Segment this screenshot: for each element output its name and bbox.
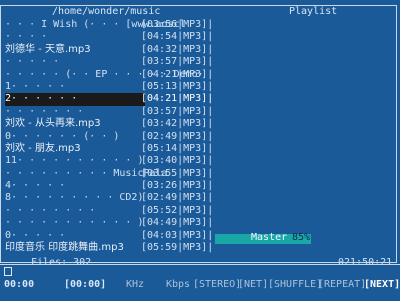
playlist-item[interactable]: · · · · · · · · · · · ) [04:49|MP3]| [5, 217, 397, 229]
track-info: [03:40|MP3]| [141, 155, 214, 167]
track-name: · · · · [5, 31, 48, 43]
track-info: [03:56|MP3]| [141, 19, 214, 30]
playlist-item[interactable]: · · · · · · · · · MusicPala [03:55|MP3]| [5, 168, 397, 180]
track-info: [04:32|MP3]| [141, 43, 214, 55]
track-name: 8· · · · · · · · · CD2) [5, 192, 144, 204]
stereo-toggle[interactable]: [STEREO] [193, 279, 241, 290]
status-bar: 00:00 [00:00] KHz Kbps [STEREO] [NET] [S… [0, 279, 400, 293]
track-info: [05:13|MP3]| [141, 80, 214, 92]
playlist: · · · I Wish (· · · [www.aoscl [03:56|MP3… [5, 19, 397, 254]
master-percent: 85% [292, 232, 311, 243]
track-info: [03:26|MP3]| [141, 180, 214, 192]
playlist-frame: /home/wonder/music Playlist · · · I Wish… [0, 5, 397, 268]
track-info: [02:49|MP3]| [141, 130, 214, 142]
track-name: 4· · · · · [5, 180, 66, 192]
divider [0, 264, 400, 265]
playlist-item[interactable]: 刘欢 - 朋友.mp3 [05:14|MP3]| [5, 143, 397, 155]
track-name: · · · · · [5, 56, 60, 68]
track-info: [04:54|MP3]| [141, 31, 214, 43]
track-name: · · · · · · · · [5, 204, 96, 216]
track-info: [05:52|MP3]| [141, 204, 214, 216]
next-button[interactable]: [NEXT] [364, 279, 400, 290]
playlist-item[interactable]: · · · · · [03:57|MP3]| [5, 56, 397, 68]
playlist-item[interactable]: 刘德华 - 天意.mp3 [04:32|MP3]| [5, 44, 397, 56]
clock: 021:50:21 [338, 257, 393, 268]
track-info: [04:21|MP3]| [141, 93, 214, 105]
track-name: 1· · · · · [5, 80, 66, 92]
total-time: [00:00] [64, 279, 107, 290]
playlist-item[interactable]: 4· · · · · [03:26|MP3]| [5, 180, 397, 192]
playlist-item[interactable]: 8· · · · · · · · · CD2) [02:49|MP3]| [5, 192, 397, 204]
track-name: 印度音乐 印度跳舞曲.mp3 [5, 242, 124, 254]
khz-label: KHz [126, 279, 145, 290]
track-name: · · · · · · · [5, 105, 84, 117]
track-info: [03:42|MP3]| [141, 118, 214, 130]
track-name: 刘欢 - 朋友.mp3 [5, 142, 81, 154]
files-count: Files: 302 [31, 257, 92, 268]
command-cursor[interactable] [4, 267, 12, 276]
playlist-title: Playlist [286, 6, 341, 17]
kbps-label: Kbps [166, 279, 191, 290]
master-label: Master [251, 232, 288, 243]
track-name: · · · · · · · · · · · ) [5, 217, 144, 229]
playlist-item[interactable]: 印度音乐 印度跳舞曲.mp3 [05:59|MP3]| [5, 242, 397, 254]
track-name: 0· · · · · [5, 229, 66, 241]
track-name: 刘欢 - 从头再来.mp3 [5, 118, 101, 130]
playlist-item[interactable]: · · · · [04:54|MP3]| [5, 31, 397, 43]
track-info: [05:59|MP3]| [141, 242, 214, 254]
track-info: [03:57|MP3]| [141, 105, 214, 117]
track-info: [03:57|MP3]| [141, 56, 214, 68]
repeat-toggle[interactable]: [REPEAT] [318, 279, 366, 290]
track-info: [04:21|MP3]| [141, 68, 214, 80]
directory-path: /home/wonder/music [49, 6, 164, 17]
playlist-item[interactable]: 1· · · · · [05:13|MP3]| [5, 81, 397, 93]
track-name: 11· · · · · · · · · · ) [5, 155, 144, 167]
elapsed-time: 00:00 [4, 279, 35, 290]
playlist-item[interactable]: 刘欢 - 从头再来.mp3 [03:42|MP3]| [5, 118, 397, 130]
playlist-item[interactable]: · · · I Wish (· · · [www.aoscl [03:56|MP3… [5, 19, 397, 31]
playlist-item[interactable]: · · · · · (· · EP · · · · · Demo· [04:21|… [5, 69, 397, 81]
net-toggle[interactable]: [NET] [238, 279, 268, 290]
playlist-item[interactable]: · · · · · · · · [05:52|MP3]| [5, 205, 397, 217]
track-info: [03:55|MP3]| [141, 167, 214, 179]
playlist-item[interactable]: 2· · · · · · [04:21|MP3]| [5, 93, 397, 106]
track-name: 0· · · · · · (· · ) [5, 130, 120, 142]
track-info: [04:03|MP3]| [141, 229, 214, 241]
shuffle-toggle[interactable]: [SHUFFLE] [268, 279, 322, 290]
track-info: [04:49|MP3]| [141, 217, 214, 229]
playlist-item[interactable]: 11· · · · · · · · · · ) [03:40|MP3]| [5, 155, 397, 167]
playlist-item[interactable]: 0· · · · · · (· · ) [02:49|MP3]| [5, 131, 397, 143]
track-info: [02:49|MP3]| [141, 192, 214, 204]
track-name: 刘德华 - 天意.mp3 [5, 43, 91, 55]
track-name: 2· · · · · · [5, 93, 145, 106]
playlist-item[interactable]: 0· · · · · [04:03|MP3]| [5, 230, 397, 242]
playlist-item[interactable]: · · · · · · · [03:57|MP3]| [5, 106, 397, 118]
music-player-terminal: /home/wonder/music Playlist · · · I Wish… [0, 0, 400, 301]
track-info: [05:14|MP3]| [141, 142, 214, 154]
